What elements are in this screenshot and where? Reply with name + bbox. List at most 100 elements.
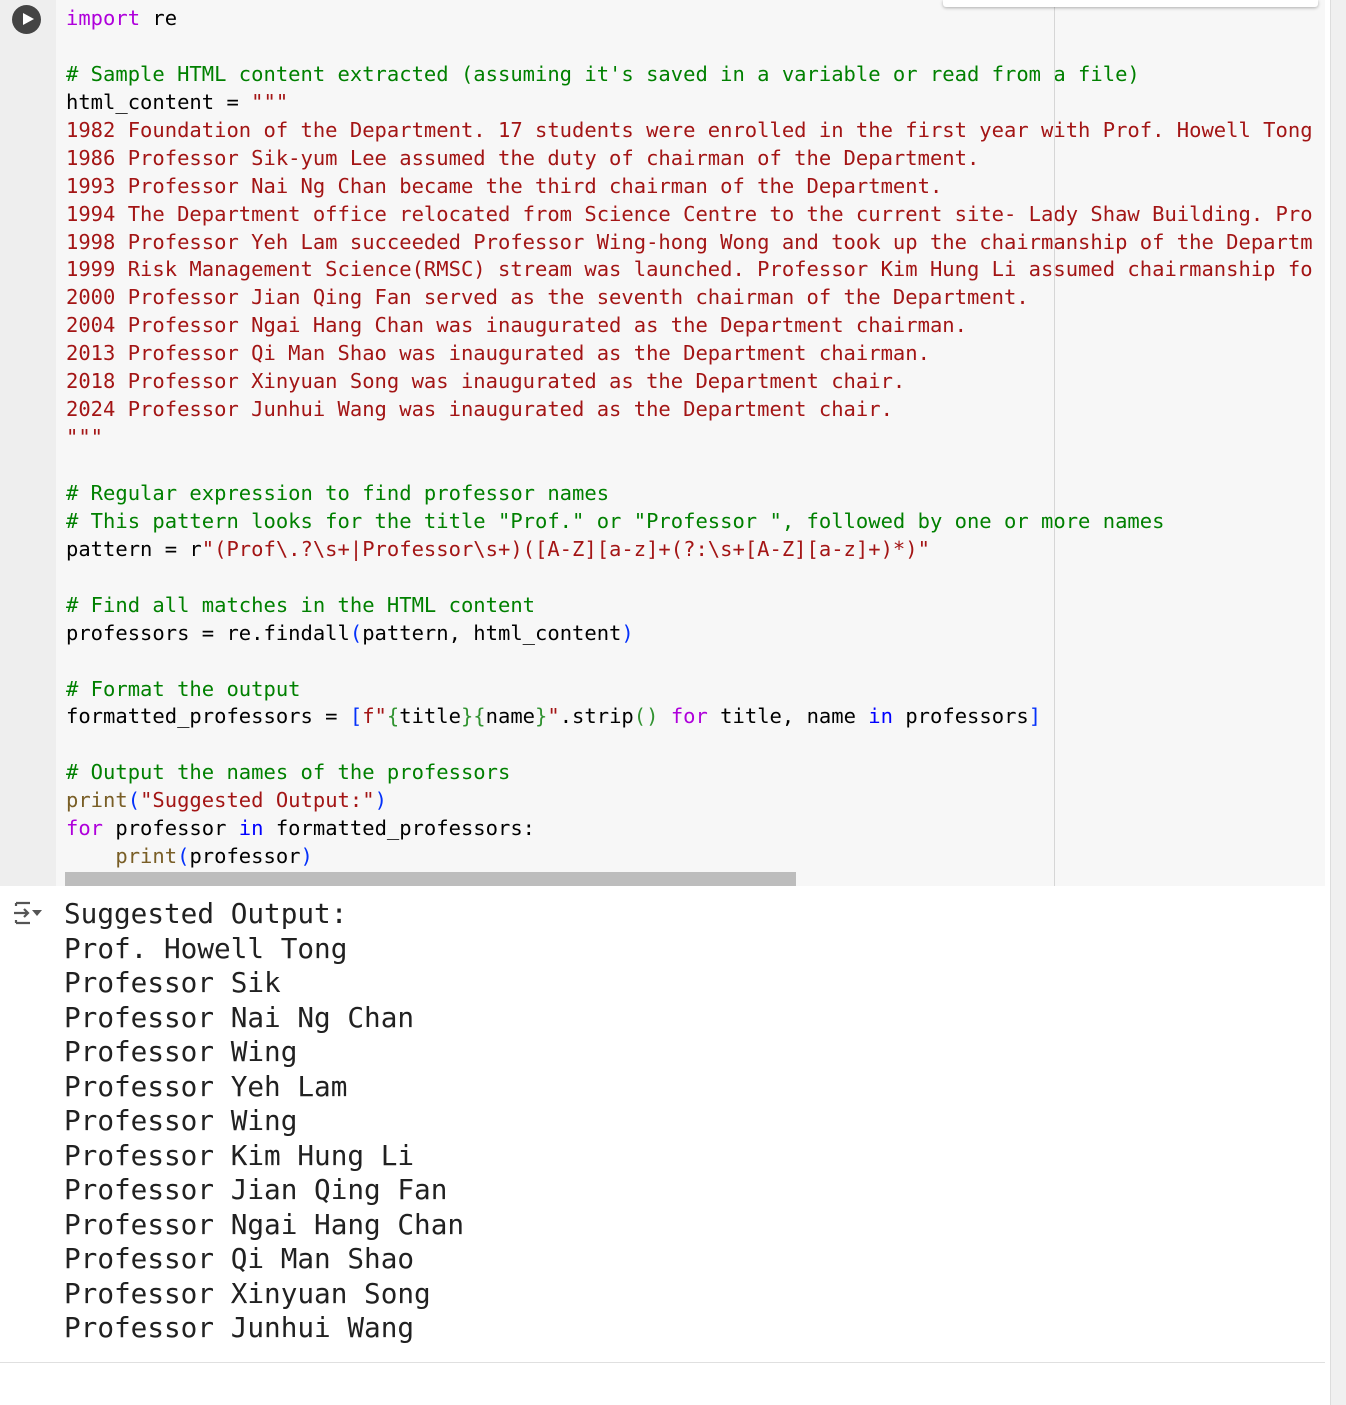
code-token: (): [633, 704, 659, 729]
output-line: Professor Wing: [64, 1035, 298, 1068]
code-line: # Format the output: [66, 676, 1316, 704]
code-token: "Suggested Output:": [140, 788, 375, 813]
code-token: # Sample HTML content extracted (assumin…: [66, 61, 1140, 86]
code-token: [: [349, 704, 363, 729]
code-token: 2013 Professor Qi Man Shao was inaugurat…: [66, 341, 930, 366]
output-line: Suggested Output:: [64, 897, 348, 930]
code-token: professor: [103, 816, 239, 841]
code-token: 2004 Professor Ngai Hang Chan was inaugu…: [66, 313, 967, 338]
code-line: 2024 Professor Junhui Wang was inaugurat…: [66, 396, 1316, 424]
code-token: }: [535, 704, 548, 729]
code-token: import: [66, 6, 141, 30]
code-token: (: [177, 844, 190, 869]
code-token: in: [868, 704, 893, 729]
code-line: # Sample HTML content extracted (assumin…: [66, 61, 1316, 89]
code-line: 2018 Professor Xinyuan Song was inaugura…: [66, 368, 1316, 396]
code-token: title: [399, 704, 461, 729]
code-token: ): [300, 844, 313, 869]
code-line: 2013 Professor Qi Man Shao was inaugurat…: [66, 340, 1316, 368]
code-token: professors: [892, 704, 1029, 729]
code-token: f": [362, 704, 387, 729]
code-token: professors = re.findall: [66, 620, 350, 645]
code-token: 1998 Professor Yeh Lam succeeded Profess…: [66, 229, 1313, 254]
code-token: title, name: [707, 704, 869, 729]
run-cell-button[interactable]: [12, 5, 41, 34]
code-token: print: [66, 788, 128, 813]
cell-gutter: [0, 0, 56, 886]
code-line: import re: [66, 5, 1316, 33]
code-token: 1982 Foundation of the Department. 17 st…: [66, 117, 1313, 142]
output-text: Suggested Output: Prof. Howell Tong Profes…: [64, 897, 464, 1346]
code-line: """: [66, 424, 1316, 452]
cell-output: Suggested Output: Prof. Howell Tong Profes…: [0, 886, 1325, 1363]
output-line: Professor Xinyuan Song: [64, 1276, 431, 1310]
code-line: professors = re.findall(pattern, html_co…: [66, 620, 1316, 648]
code-token: 2000 Professor Jian Qing Fan served as t…: [66, 285, 1029, 310]
code-token: 1994 The Department office relocated fro…: [66, 201, 1313, 226]
code-line: # This pattern looks for the title "Prof…: [66, 508, 1316, 536]
horizontal-scrollbar[interactable]: [65, 872, 796, 886]
output-line: Professor Sik: [64, 966, 281, 999]
code-token: pattern, html_content: [362, 620, 622, 645]
code-line: 1986 Professor Sik-yum Lee assumed the d…: [66, 145, 1316, 173]
code-token: "(Prof\.?\s+|Professor\s+)([A-Z][a-z]+(?…: [201, 536, 930, 561]
code-token: ): [374, 788, 387, 813]
code-line: 1993 Professor Nai Ng Chan became the th…: [66, 173, 1316, 201]
code-cell[interactable]: import re # Sample HTML content extracted…: [0, 0, 1325, 886]
code-line: for professor in formatted_professors:: [66, 815, 1316, 843]
code-token: 1986 Professor Sik-yum Lee assumed the d…: [66, 145, 980, 170]
output-line: Professor Nai Ng Chan: [64, 1000, 415, 1034]
code-token: 1999 Risk Management Science(RMSC) strea…: [66, 257, 1313, 282]
code-token: 2024 Professor Junhui Wang was inaugurat…: [66, 397, 893, 422]
code-line: # Find all matches in the HTML content: [66, 592, 1316, 620]
code-line: 2000 Professor Jian Qing Fan served as t…: [66, 284, 1316, 312]
output-line: Professor Junhui Wang: [64, 1311, 415, 1344]
output-line: Professor Jian Qing Fan: [64, 1173, 448, 1206]
code-line: 1999 Risk Management Science(RMSC) strea…: [66, 256, 1316, 284]
code-token: in: [238, 816, 264, 841]
code-editor[interactable]: import re # Sample HTML content extracted…: [66, 5, 1316, 871]
code-line: html_content = """: [66, 89, 1316, 117]
code-token: name: [485, 704, 536, 729]
code-token: ]: [1028, 704, 1042, 729]
code-token: for: [670, 704, 708, 729]
editor-ruler: [1054, 0, 1055, 886]
code-token: ): [621, 620, 634, 645]
code-token: 2018 Professor Xinyuan Song was inaugura…: [66, 369, 906, 394]
code-token: formatted_professors =: [66, 704, 350, 729]
output-line: Professor Qi Man Shao: [64, 1242, 415, 1275]
code-token: print: [115, 844, 178, 869]
code-line: 1998 Professor Yeh Lam succeeded Profess…: [66, 229, 1316, 257]
output-toggle-icon[interactable]: [12, 900, 44, 926]
code-token: html_content =: [66, 89, 252, 114]
code-token: # Format the output: [66, 676, 301, 701]
code-token: pattern = r: [66, 536, 202, 561]
code-line: 1994 The Department office relocated fro…: [66, 201, 1316, 229]
vertical-scrollbar[interactable]: [1330, 0, 1346, 1405]
code-line: 2004 Professor Ngai Hang Chan was inaugu…: [66, 312, 1316, 340]
code-token: # This pattern looks for the title "Prof…: [66, 508, 1165, 533]
code-token: # Output the names of the professors: [66, 760, 511, 785]
code-line: pattern = r"(Prof\.?\s+|Professor\s+)([A…: [66, 536, 1316, 564]
code-token: 1993 Professor Nai Ng Chan became the th…: [66, 173, 943, 198]
output-line: Prof. Howell Tong: [64, 931, 348, 965]
code-token: formatted_professors:: [263, 816, 536, 841]
code-line: # Regular expression to find professor n…: [66, 480, 1316, 508]
code-token: }{: [460, 704, 486, 729]
code-line: 1982 Foundation of the Department. 17 st…: [66, 117, 1316, 145]
code-token: """: [251, 89, 289, 114]
code-line: # Output the names of the professors: [66, 759, 1316, 787]
output-line: Professor Ngai Hang Chan: [64, 1207, 465, 1241]
output-line: Professor Yeh Lam: [64, 1069, 348, 1103]
code-token: # Regular expression to find professor n…: [66, 480, 610, 505]
code-token: ": [547, 704, 560, 729]
code-line: print("Suggested Output:"): [66, 787, 1316, 815]
toolbar-popup: [943, 0, 1318, 7]
code-token: {: [386, 704, 400, 729]
